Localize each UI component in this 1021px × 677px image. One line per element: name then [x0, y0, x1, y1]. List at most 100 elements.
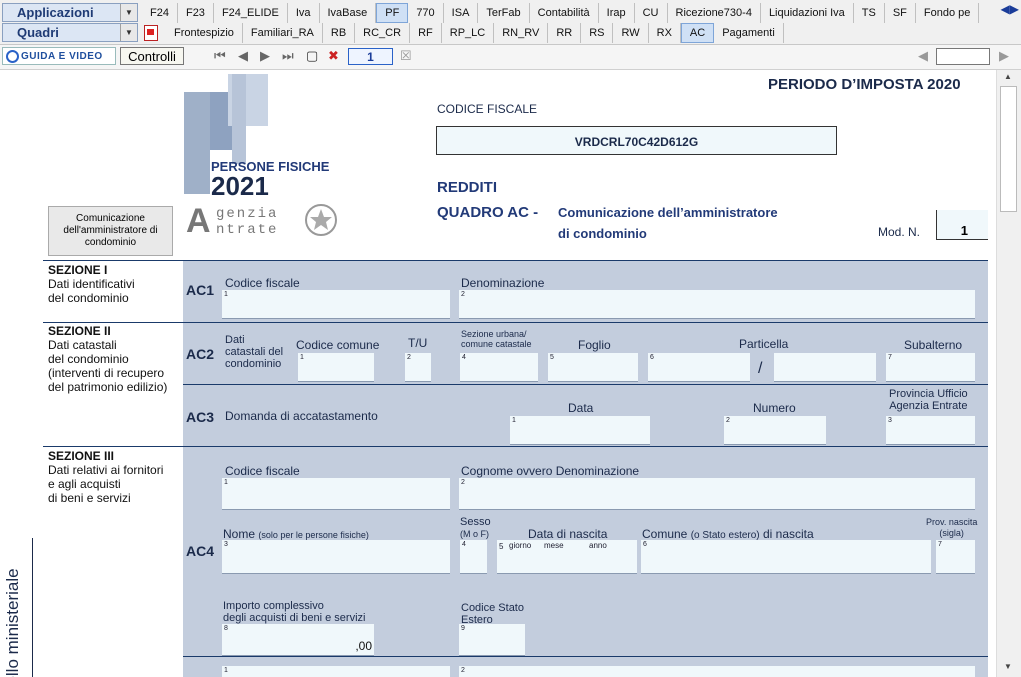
- vertical-rule: [32, 538, 33, 677]
- tab-f23[interactable]: F23: [178, 3, 214, 23]
- quadro-tab-pagamenti[interactable]: Pagamenti: [714, 23, 784, 43]
- guida-video-button[interactable]: GUIDA E VIDEO: [2, 47, 116, 65]
- first-page-icon[interactable]: ⏮: [214, 49, 226, 63]
- quadro-tab-rp-lc[interactable]: RP_LC: [442, 23, 495, 43]
- delete-page-icon[interactable]: ✖: [328, 49, 339, 63]
- tab-cu[interactable]: CU: [635, 3, 668, 23]
- ac2-particella-input-a[interactable]: 6: [648, 353, 750, 382]
- pdf-icon-button[interactable]: [142, 23, 166, 43]
- sezione-1-line: Dati identificativi: [48, 277, 135, 291]
- scroll-up-icon[interactable]: ▲: [1004, 72, 1012, 81]
- scroll-left-icon[interactable]: ◀: [918, 49, 928, 63]
- quadro-tab-rb[interactable]: RB: [323, 23, 356, 43]
- ac4-prov-input[interactable]: 7: [936, 540, 975, 574]
- chevron-down-icon[interactable]: ▼: [120, 4, 137, 21]
- codice-fiscale-field[interactable]: VRDCRL70C42D612G: [436, 126, 837, 155]
- sezione-3-line: di beni e servizi: [48, 491, 131, 505]
- ac3-provincia-input[interactable]: 3: [886, 416, 975, 445]
- right-page-field[interactable]: [936, 48, 990, 65]
- ac4-codice-stato-input[interactable]: 9: [459, 624, 525, 656]
- ac2-sezione-line: comune catastale: [461, 339, 532, 349]
- sezione-2-line: (interventi di recupero: [48, 366, 165, 380]
- tab-ivabase[interactable]: IvaBase: [320, 3, 377, 23]
- tab-scroll-arrows[interactable]: ◀▶: [1001, 2, 1019, 16]
- quadro-tab-rn-rv[interactable]: RN_RV: [494, 23, 549, 43]
- tab-ricezione730-4[interactable]: Ricezione730-4: [668, 3, 761, 23]
- quadro-tab-ac[interactable]: AC: [680, 23, 715, 43]
- ac2-dati-line: catastali del: [225, 346, 284, 358]
- tab-f24-elide[interactable]: F24_ELIDE: [214, 3, 288, 23]
- tab-fondo-pe[interactable]: Fondo pe: [916, 3, 980, 23]
- ac4-mese-label: mese: [544, 541, 564, 550]
- next-page-icon[interactable]: ▶: [260, 49, 270, 63]
- ac3-numero-label: Numero: [753, 401, 796, 415]
- controlli-button[interactable]: Controlli: [120, 47, 184, 65]
- ac4-nome-label: Nome (solo per le persone fisiche): [223, 527, 369, 541]
- vertical-scrollbar[interactable]: ▲ ▼: [996, 70, 1021, 677]
- mod-n-label: Mod. N.: [878, 225, 921, 239]
- ac3-data-input[interactable]: 1: [510, 416, 650, 445]
- ac2-codice-comune-input[interactable]: 1: [298, 353, 374, 382]
- last-page-icon[interactable]: ⏭: [282, 49, 294, 63]
- mod-n-field[interactable]: 1: [936, 210, 988, 240]
- quadro-tab-rx[interactable]: RX: [649, 23, 681, 43]
- new-page-icon[interactable]: ▢: [306, 49, 318, 63]
- ac1-codice-fiscale-input[interactable]: 1: [222, 290, 450, 319]
- scroll-down-icon[interactable]: ▼: [1004, 662, 1012, 671]
- ac4-importo-input[interactable]: 8 ,00: [222, 624, 374, 656]
- ac2-sezione-label: Sezione urbana/ comune catastale: [461, 329, 532, 349]
- tab-irap[interactable]: Irap: [599, 3, 635, 23]
- vertical-side-text: dello ministeriale: [3, 568, 22, 677]
- quadro-tab-rf[interactable]: RF: [410, 23, 442, 43]
- quadro-tab-rr[interactable]: RR: [548, 23, 582, 43]
- ac4-prov-line: (sigla): [939, 528, 964, 538]
- ac4-comune-text: Comune: [642, 527, 688, 541]
- quadro-tab-familiari-ra[interactable]: Familiari_RA: [243, 23, 323, 43]
- tab-f24[interactable]: F24: [142, 3, 178, 23]
- tab-pf[interactable]: PF: [376, 3, 409, 23]
- ac1-code: AC1: [186, 282, 215, 298]
- quadri-tabs: Frontespizio Familiari_RA RB RC_CR RF RP_LC RN…: [142, 23, 784, 43]
- tab-770[interactable]: 770: [408, 3, 444, 23]
- page-number-field[interactable]: 1: [348, 48, 393, 65]
- chevron-down-icon[interactable]: ▼: [120, 24, 137, 41]
- sezione-3-line: e agli acquisti: [48, 477, 121, 491]
- prev-page-icon[interactable]: ◀: [238, 49, 248, 63]
- tab-iva[interactable]: Iva: [288, 3, 320, 23]
- scroll-right-icon[interactable]: ▶: [999, 49, 1009, 63]
- tab-ts[interactable]: TS: [854, 3, 885, 23]
- scroll-thumb[interactable]: [1000, 86, 1017, 212]
- tab-contabilit-[interactable]: Contabilità: [530, 3, 599, 23]
- ac4-code: AC4: [186, 543, 215, 559]
- entrate-text: ntrate: [216, 222, 279, 238]
- ac2-sezione-input[interactable]: 4: [460, 353, 538, 382]
- ac4-nome-input[interactable]: 3: [222, 540, 450, 574]
- ac2-subalterno-input[interactable]: 7: [886, 353, 975, 382]
- ac4-next-cognome-input[interactable]: 2: [459, 666, 975, 677]
- ac2-tu-input[interactable]: 2: [405, 353, 431, 382]
- ac2-particella-input-b[interactable]: [774, 353, 876, 382]
- quadro-tab-rs[interactable]: RS: [581, 23, 614, 43]
- quadro-tab-rc-cr[interactable]: RC_CR: [355, 23, 411, 43]
- tab-terfab[interactable]: TerFab: [478, 3, 530, 23]
- ac4-comune-input[interactable]: 6: [641, 540, 931, 574]
- ac4-cognome-input[interactable]: 2: [459, 478, 975, 510]
- tab-liquidazioni-iva[interactable]: Liquidazioni Iva: [761, 3, 854, 23]
- quadro-tab-rw[interactable]: RW: [613, 23, 649, 43]
- applicazioni-combo[interactable]: Applicazioni ▼: [2, 3, 138, 22]
- comunicazione-side-button[interactable]: Comunicazione dell'amministratore di con…: [48, 206, 173, 256]
- quadri-combo[interactable]: Quadri ▼: [2, 23, 138, 42]
- tab-sf[interactable]: SF: [885, 3, 916, 23]
- ac4-next-codice-fiscale-input[interactable]: 1: [222, 666, 450, 677]
- tab-isa[interactable]: ISA: [444, 3, 479, 23]
- ac3-numero-input[interactable]: 2: [724, 416, 826, 445]
- ac4-data-nascita-input[interactable]: 5 giorno mese anno: [497, 540, 637, 574]
- ac4-codice-fiscale-label: Codice fiscale: [225, 464, 300, 478]
- ac1-denominazione-input[interactable]: 2: [459, 290, 975, 319]
- ac4-sesso-input[interactable]: 4: [460, 540, 487, 574]
- separator: [43, 446, 988, 447]
- quadro-tab-frontespizio[interactable]: Frontespizio: [166, 23, 243, 43]
- ac4-codice-fiscale-input[interactable]: 1: [222, 478, 450, 510]
- logo-year: 2021: [211, 171, 269, 201]
- ac2-foglio-input[interactable]: 5: [548, 353, 638, 382]
